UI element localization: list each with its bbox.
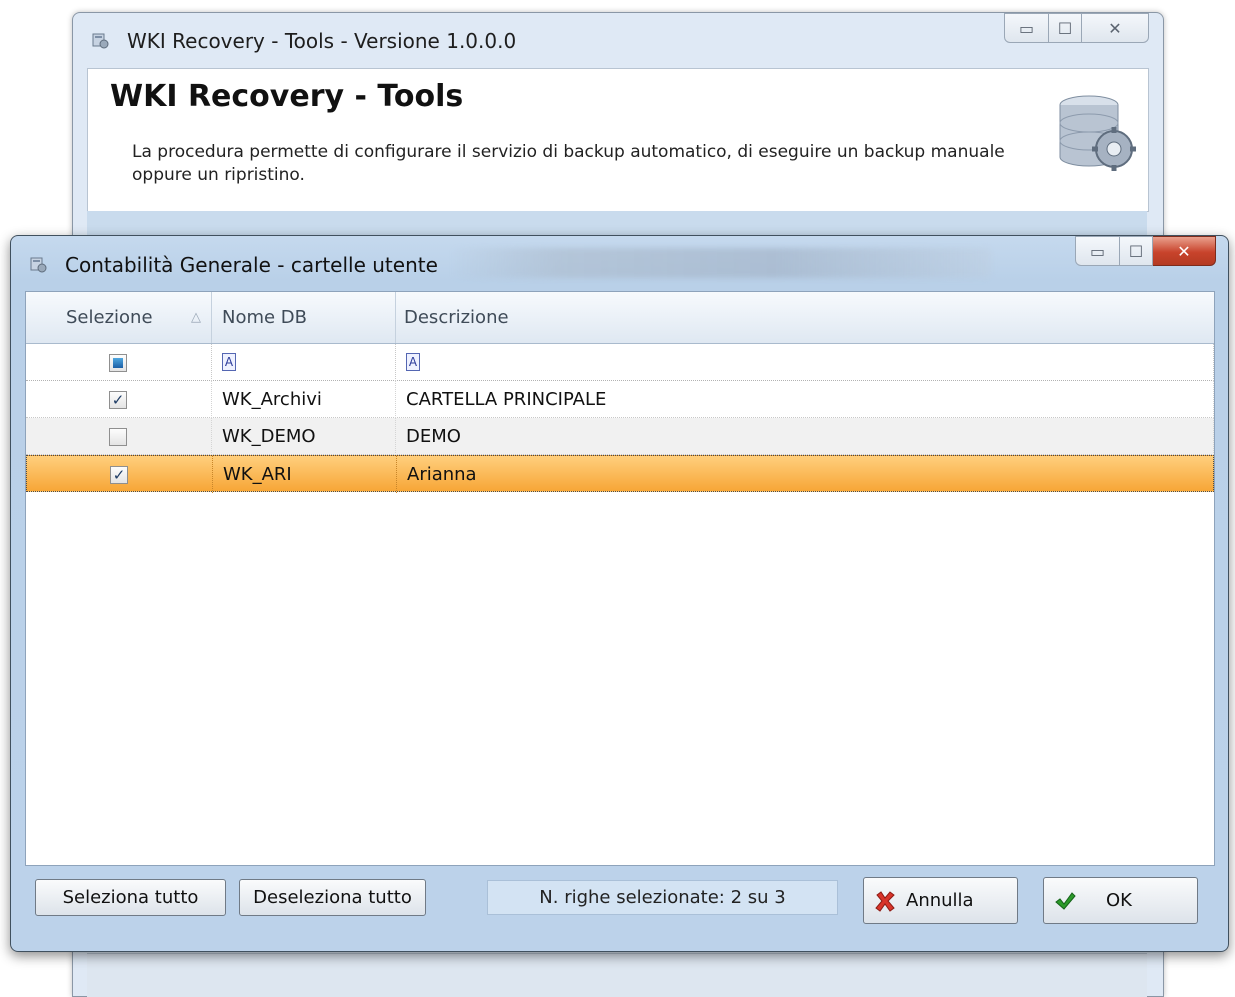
background-caption-buttons: ▭ ☐ ✕ [1004, 13, 1149, 43]
descrizione-cell[interactable]: Arianna [397, 456, 1214, 493]
nome-db-cell[interactable]: WK_ARI [213, 456, 397, 493]
red-x-icon [875, 891, 895, 912]
table-row-selected[interactable]: ✓ WK_ARI Arianna [26, 455, 1214, 493]
minimize-button[interactable]: ▭ [1004, 13, 1049, 43]
row-checkbox[interactable] [109, 428, 127, 446]
dialog-close-button[interactable]: ✕ [1153, 236, 1216, 266]
descrizione-text: CARTELLA PRINCIPALE [406, 389, 607, 410]
cartelle-utente-dialog: Contabilità Generale - cartelle utente ▭… [10, 235, 1229, 952]
blurred-region [451, 248, 991, 278]
column-header-nome-db[interactable]: Nome DB [212, 292, 396, 343]
descrizione-text: Arianna [407, 464, 477, 485]
column-header-selezione[interactable]: Selezione △ [26, 292, 212, 343]
row-checkbox[interactable]: ✓ [110, 466, 128, 484]
app-icon [30, 257, 47, 273]
text-filter-icon[interactable]: A [406, 353, 420, 371]
row-checkbox[interactable]: ✓ [109, 391, 127, 409]
maximize-button[interactable]: ☐ [1049, 13, 1082, 43]
dialog-maximize-button[interactable]: ☐ [1120, 236, 1153, 266]
column-header-label: Selezione [66, 307, 153, 328]
green-check-icon [1055, 892, 1076, 910]
minimize-icon: ▭ [1089, 241, 1106, 261]
table-row[interactable]: WK_DEMO DEMO [26, 418, 1214, 455]
select-all-button[interactable]: Seleziona tutto [35, 879, 226, 916]
selection-cell[interactable]: ✓ [26, 381, 212, 418]
column-header-label: Descrizione [404, 307, 509, 328]
background-title-bar[interactable]: WKI Recovery - Tools - Versione 1.0.0.0 … [73, 13, 1163, 65]
deselect-all-button[interactable]: Deseleziona tutto [239, 879, 426, 916]
header-title: WKI Recovery - Tools [110, 79, 464, 114]
maximize-icon: ☐ [1128, 241, 1144, 261]
table-row[interactable]: ✓ WK_Archivi CARTELLA PRINCIPALE [26, 381, 1214, 418]
filter-cell[interactable]: A [396, 344, 1214, 381]
dialog-minimize-button[interactable]: ▭ [1075, 236, 1120, 266]
nome-db-cell[interactable]: WK_Archivi [212, 381, 396, 418]
nome-db-text: WK_Archivi [222, 389, 322, 410]
grid-header: Selezione △ Nome DB Descrizione [26, 292, 1214, 344]
dialog-title: Contabilità Generale - cartelle utente [65, 253, 438, 277]
selection-cell[interactable] [26, 418, 212, 455]
selected-rows-status: N. righe selezionate: 2 su 3 [487, 880, 838, 915]
column-header-descrizione[interactable]: Descrizione [396, 292, 1214, 343]
close-button[interactable]: ✕ [1082, 13, 1149, 43]
cartelle-grid[interactable]: Selezione △ Nome DB Descrizione A A ✓ WK… [25, 291, 1215, 866]
descrizione-cell[interactable]: DEMO [396, 418, 1214, 455]
select-all-checkbox[interactable] [109, 354, 127, 372]
filter-cell[interactable] [26, 344, 212, 381]
close-icon: ✕ [1108, 18, 1122, 38]
nome-db-text: WK_ARI [223, 464, 292, 485]
column-header-label: Nome DB [222, 307, 308, 328]
selection-cell[interactable]: ✓ [27, 456, 213, 493]
background-window-title: WKI Recovery - Tools - Versione 1.0.0.0 [127, 29, 517, 53]
descrizione-text: DEMO [406, 426, 461, 447]
dialog-caption-buttons: ▭ ☐ ✕ [1075, 236, 1216, 266]
filter-row: A A [26, 344, 1214, 381]
nome-db-text: WK_DEMO [222, 426, 316, 447]
minimize-icon: ▭ [1018, 18, 1035, 38]
text-filter-icon[interactable]: A [222, 353, 236, 371]
sort-ascending-icon: △ [191, 310, 201, 325]
background-bottom-bar [87, 953, 1147, 997]
descrizione-cell[interactable]: CARTELLA PRINCIPALE [396, 381, 1214, 418]
app-icon [92, 33, 109, 49]
maximize-icon: ☐ [1057, 18, 1073, 38]
cancel-button[interactable]: Annulla [863, 877, 1018, 924]
header-panel: WKI Recovery - Tools La procedura permet… [87, 68, 1149, 212]
database-gear-icon [1059, 95, 1136, 171]
filter-cell[interactable]: A [212, 344, 396, 381]
header-description: La procedura permette di configurare il … [132, 142, 1005, 185]
nome-db-cell[interactable]: WK_DEMO [212, 418, 396, 455]
cancel-label: Annulla [906, 890, 974, 911]
ok-button[interactable]: OK [1043, 877, 1198, 924]
ok-label: OK [1106, 890, 1132, 911]
close-icon: ✕ [1177, 241, 1191, 261]
